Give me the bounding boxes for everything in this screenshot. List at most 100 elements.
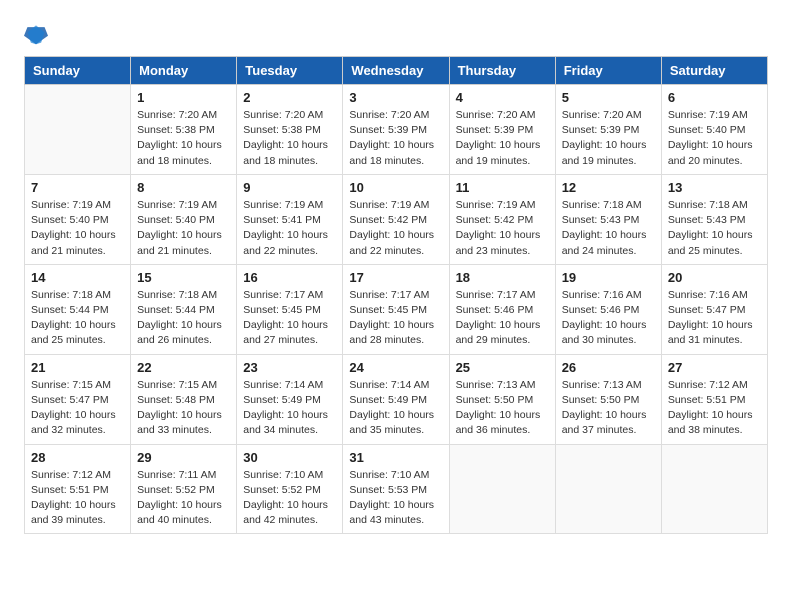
day-info: Sunrise: 7:18 AMSunset: 5:43 PMDaylight:…: [668, 198, 761, 259]
day-number: 24: [349, 360, 442, 375]
day-info: Sunrise: 7:11 AMSunset: 5:52 PMDaylight:…: [137, 468, 230, 529]
day-info: Sunrise: 7:20 AMSunset: 5:39 PMDaylight:…: [349, 108, 442, 169]
calendar-cell: [661, 444, 767, 534]
day-info: Sunrise: 7:19 AMSunset: 5:42 PMDaylight:…: [456, 198, 549, 259]
calendar-week-row: 14 Sunrise: 7:18 AMSunset: 5:44 PMDayligh…: [25, 264, 768, 354]
day-number: 3: [349, 90, 442, 105]
calendar-cell: [25, 85, 131, 175]
day-info: Sunrise: 7:15 AMSunset: 5:47 PMDaylight:…: [31, 378, 124, 439]
day-info: Sunrise: 7:19 AMSunset: 5:41 PMDaylight:…: [243, 198, 336, 259]
day-number: 9: [243, 180, 336, 195]
day-info: Sunrise: 7:19 AMSunset: 5:42 PMDaylight:…: [349, 198, 442, 259]
calendar-week-row: 21 Sunrise: 7:15 AMSunset: 5:47 PMDayligh…: [25, 354, 768, 444]
day-info: Sunrise: 7:14 AMSunset: 5:49 PMDaylight:…: [349, 378, 442, 439]
calendar-cell: 9 Sunrise: 7:19 AMSunset: 5:41 PMDaylight…: [237, 174, 343, 264]
calendar-cell: 15 Sunrise: 7:18 AMSunset: 5:44 PMDayligh…: [131, 264, 237, 354]
day-number: 5: [562, 90, 655, 105]
day-info: Sunrise: 7:12 AMSunset: 5:51 PMDaylight:…: [31, 468, 124, 529]
day-number: 23: [243, 360, 336, 375]
day-info: Sunrise: 7:19 AMSunset: 5:40 PMDaylight:…: [137, 198, 230, 259]
calendar-cell: 18 Sunrise: 7:17 AMSunset: 5:46 PMDayligh…: [449, 264, 555, 354]
day-info: Sunrise: 7:17 AMSunset: 5:45 PMDaylight:…: [349, 288, 442, 349]
column-header-friday: Friday: [555, 57, 661, 85]
calendar-cell: [555, 444, 661, 534]
day-number: 28: [31, 450, 124, 465]
column-header-tuesday: Tuesday: [237, 57, 343, 85]
day-number: 6: [668, 90, 761, 105]
calendar-cell: 11 Sunrise: 7:19 AMSunset: 5:42 PMDayligh…: [449, 174, 555, 264]
day-number: 7: [31, 180, 124, 195]
calendar-cell: [449, 444, 555, 534]
day-number: 14: [31, 270, 124, 285]
calendar-cell: 24 Sunrise: 7:14 AMSunset: 5:49 PMDayligh…: [343, 354, 449, 444]
calendar-cell: 2 Sunrise: 7:20 AMSunset: 5:38 PMDaylight…: [237, 85, 343, 175]
day-number: 16: [243, 270, 336, 285]
column-header-saturday: Saturday: [661, 57, 767, 85]
calendar-cell: 23 Sunrise: 7:14 AMSunset: 5:49 PMDayligh…: [237, 354, 343, 444]
column-header-wednesday: Wednesday: [343, 57, 449, 85]
calendar-header-row: SundayMondayTuesdayWednesdayThursdayFrid…: [25, 57, 768, 85]
page-header: [24, 20, 768, 48]
day-number: 19: [562, 270, 655, 285]
day-number: 21: [31, 360, 124, 375]
calendar-cell: 31 Sunrise: 7:10 AMSunset: 5:53 PMDayligh…: [343, 444, 449, 534]
day-number: 13: [668, 180, 761, 195]
day-info: Sunrise: 7:18 AMSunset: 5:44 PMDaylight:…: [31, 288, 124, 349]
day-info: Sunrise: 7:19 AMSunset: 5:40 PMDaylight:…: [668, 108, 761, 169]
day-number: 1: [137, 90, 230, 105]
calendar-cell: 29 Sunrise: 7:11 AMSunset: 5:52 PMDayligh…: [131, 444, 237, 534]
day-number: 2: [243, 90, 336, 105]
day-info: Sunrise: 7:12 AMSunset: 5:51 PMDaylight:…: [668, 378, 761, 439]
calendar-cell: 12Sunrise: 7:18 AMSunset: 5:43 PMDayligh…: [555, 174, 661, 264]
day-number: 17: [349, 270, 442, 285]
calendar-cell: 4Sunrise: 7:20 AMSunset: 5:39 PMDaylight…: [449, 85, 555, 175]
calendar-cell: 13 Sunrise: 7:18 AMSunset: 5:43 PMDayligh…: [661, 174, 767, 264]
day-number: 8: [137, 180, 230, 195]
day-number: 31: [349, 450, 442, 465]
calendar-cell: 25 Sunrise: 7:13 AMSunset: 5:50 PMDayligh…: [449, 354, 555, 444]
day-number: 29: [137, 450, 230, 465]
day-info: Sunrise: 7:13 AMSunset: 5:50 PMDaylight:…: [456, 378, 549, 439]
calendar-cell: 30Sunrise: 7:10 AMSunset: 5:52 PMDayligh…: [237, 444, 343, 534]
day-number: 15: [137, 270, 230, 285]
day-number: 11: [456, 180, 549, 195]
calendar-cell: 10 Sunrise: 7:19 AMSunset: 5:42 PMDayligh…: [343, 174, 449, 264]
day-number: 27: [668, 360, 761, 375]
calendar-week-row: 1 Sunrise: 7:20 AMSunset: 5:38 PMDaylight…: [25, 85, 768, 175]
day-info: Sunrise: 7:14 AMSunset: 5:49 PMDaylight:…: [243, 378, 336, 439]
day-info: Sunrise: 7:10 AMSunset: 5:52 PMDaylight:…: [243, 468, 336, 529]
calendar-cell: 22 Sunrise: 7:15 AMSunset: 5:48 PMDayligh…: [131, 354, 237, 444]
calendar-cell: 14 Sunrise: 7:18 AMSunset: 5:44 PMDayligh…: [25, 264, 131, 354]
day-number: 25: [456, 360, 549, 375]
day-info: Sunrise: 7:10 AMSunset: 5:53 PMDaylight:…: [349, 468, 442, 529]
day-info: Sunrise: 7:18 AMSunset: 5:43 PMDaylight:…: [562, 198, 655, 259]
calendar-cell: 7 Sunrise: 7:19 AMSunset: 5:40 PMDaylight…: [25, 174, 131, 264]
day-info: Sunrise: 7:15 AMSunset: 5:48 PMDaylight:…: [137, 378, 230, 439]
day-number: 18: [456, 270, 549, 285]
calendar-cell: 1 Sunrise: 7:20 AMSunset: 5:38 PMDaylight…: [131, 85, 237, 175]
calendar-cell: 28 Sunrise: 7:12 AMSunset: 5:51 PMDayligh…: [25, 444, 131, 534]
column-header-sunday: Sunday: [25, 57, 131, 85]
calendar-table: SundayMondayTuesdayWednesdayThursdayFrid…: [24, 56, 768, 534]
day-info: Sunrise: 7:20 AMSunset: 5:38 PMDaylight:…: [243, 108, 336, 169]
calendar-cell: 19 Sunrise: 7:16 AMSunset: 5:46 PMDayligh…: [555, 264, 661, 354]
calendar-week-row: 7 Sunrise: 7:19 AMSunset: 5:40 PMDaylight…: [25, 174, 768, 264]
calendar-week-row: 28 Sunrise: 7:12 AMSunset: 5:51 PMDayligh…: [25, 444, 768, 534]
logo: [24, 20, 52, 48]
day-info: Sunrise: 7:17 AMSunset: 5:45 PMDaylight:…: [243, 288, 336, 349]
day-info: Sunrise: 7:17 AMSunset: 5:46 PMDaylight:…: [456, 288, 549, 349]
calendar-cell: 21 Sunrise: 7:15 AMSunset: 5:47 PMDayligh…: [25, 354, 131, 444]
day-number: 4: [456, 90, 549, 105]
day-info: Sunrise: 7:20 AMSunset: 5:39 PMDaylight:…: [562, 108, 655, 169]
day-info: Sunrise: 7:16 AMSunset: 5:47 PMDaylight:…: [668, 288, 761, 349]
calendar-cell: 27 Sunrise: 7:12 AMSunset: 5:51 PMDayligh…: [661, 354, 767, 444]
day-info: Sunrise: 7:19 AMSunset: 5:40 PMDaylight:…: [31, 198, 124, 259]
day-info: Sunrise: 7:16 AMSunset: 5:46 PMDaylight:…: [562, 288, 655, 349]
day-number: 10: [349, 180, 442, 195]
day-info: Sunrise: 7:20 AMSunset: 5:38 PMDaylight:…: [137, 108, 230, 169]
day-number: 26: [562, 360, 655, 375]
calendar-cell: 26Sunrise: 7:13 AMSunset: 5:50 PMDayligh…: [555, 354, 661, 444]
day-info: Sunrise: 7:18 AMSunset: 5:44 PMDaylight:…: [137, 288, 230, 349]
column-header-monday: Monday: [131, 57, 237, 85]
day-number: 22: [137, 360, 230, 375]
